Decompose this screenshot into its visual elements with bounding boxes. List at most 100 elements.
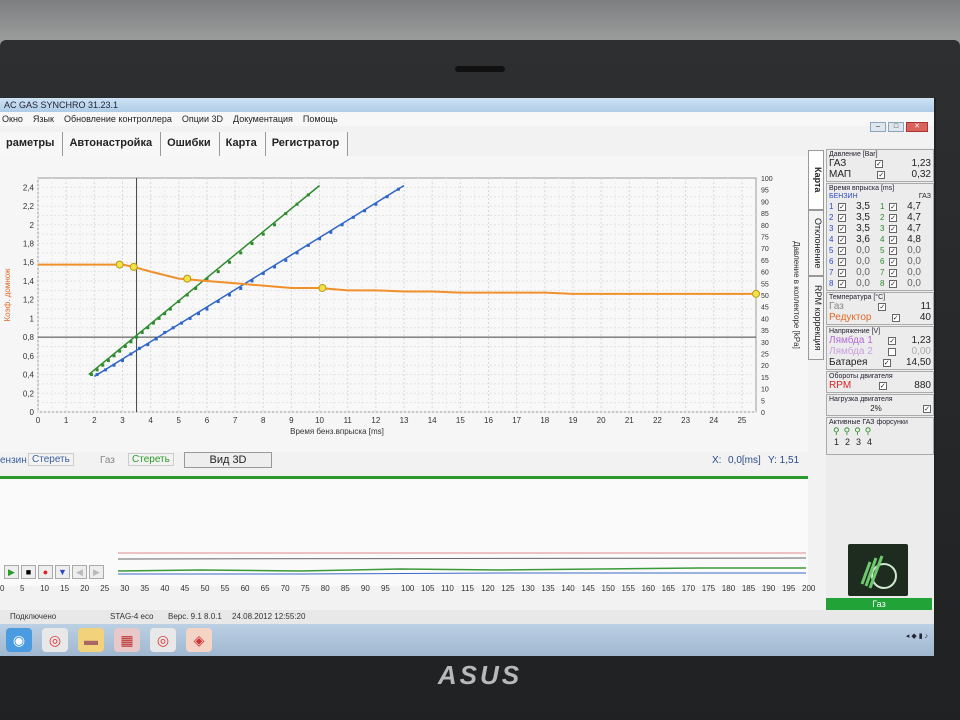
x-tick-label: 20 (597, 416, 606, 425)
gas-time: 0,0 (907, 267, 921, 278)
recorder-tick-label: 160 (641, 584, 655, 593)
recorder-tick-label: 90 (360, 584, 370, 593)
stop-icon[interactable]: ■ (21, 565, 36, 579)
lambda1-checkbox[interactable]: ✓ (888, 336, 897, 345)
recorder-tick-label: 65 (260, 584, 270, 593)
recorder-tick-label: 75 (300, 584, 310, 593)
benzin-cyl-checkbox[interactable]: ✓ (838, 202, 846, 211)
benzin-cyl-checkbox[interactable]: ✓ (838, 213, 846, 222)
tab-recorder[interactable]: Регистратор (265, 132, 349, 156)
gas-cyl-checkbox[interactable]: ✓ (889, 279, 897, 288)
vtab-rpm-correction[interactable]: RPM коррекция (808, 276, 824, 360)
gas-pressure-checkbox[interactable]: ✓ (874, 159, 883, 168)
gas-mode-button[interactable]: Газ (826, 598, 932, 610)
vtab-deviation[interactable]: Отклонение (808, 210, 824, 276)
gas-clear-button[interactable]: Стереть (128, 453, 174, 466)
menu-item-window[interactable]: Окно (2, 112, 23, 126)
recorder-tick-label: 190 (761, 584, 776, 593)
recorder-tick-label: 150 (601, 584, 615, 593)
window-title: AC GAS SYNCHRO 31.23.1 (0, 98, 934, 112)
menu-item-3d-options[interactable]: Опции 3D (182, 112, 223, 126)
next-icon[interactable]: ▶ (89, 565, 104, 579)
y-right-tick-label: 30 (761, 340, 769, 347)
injector-4: 4 (867, 437, 873, 447)
download-icon[interactable]: ▼ (55, 565, 70, 579)
menu-item-language[interactable]: Язык (33, 112, 54, 126)
y-right-tick-label: 65 (761, 258, 769, 265)
gas-cyl-checkbox[interactable]: ✓ (889, 257, 897, 266)
close-icon[interactable]: ✕ (906, 122, 928, 132)
recorder-tick-label: 95 (380, 584, 390, 593)
injection-group: Время впрыска [ms] БЕНЗИН ГАЗ 1 ✓ 3,5 1 ✓ 4,7 2… (826, 183, 934, 291)
start-icon[interactable]: ◉ (6, 628, 32, 652)
benzin-clear-button[interactable]: Стереть (28, 453, 74, 466)
gas-time: 4,7 (907, 223, 921, 234)
map-chart[interactable]: 0 1 2 3 4 5 6 7 8 9 10 11 12 13 14 15 16 17 18 19 20 21 22 23 24… (0, 156, 808, 452)
map-pressure-checkbox[interactable]: ✓ (877, 170, 886, 179)
vtab-map[interactable]: Карта (808, 150, 824, 210)
gas-cyl-checkbox[interactable]: ✓ (889, 224, 897, 233)
cyl-number: 2 (829, 213, 834, 222)
maximize-icon[interactable]: □ (888, 122, 904, 132)
voltage-title: Напряжение [V] (829, 328, 881, 335)
gas-cyl-checkbox[interactable]: ✓ (889, 213, 897, 222)
recorder-axis: 0 5 10 15 20 25 30 35 40 45 50 55 60 65 70 75 80 85 90 95 10… (0, 584, 815, 596)
benzin-cyl-checkbox[interactable]: ✓ (838, 246, 846, 255)
app-icon[interactable]: ▦ (114, 628, 140, 652)
data-point (168, 307, 172, 311)
play-icon[interactable]: ▶ (4, 565, 19, 579)
y-left-tick-label: 1,8 (23, 240, 35, 249)
x-axis-label: Время бенз.впрыска [ms] (290, 427, 384, 436)
benzin-cyl-checkbox[interactable]: ✓ (838, 224, 846, 233)
rpm-checkbox[interactable]: ✓ (878, 381, 887, 390)
chrome-window-icon[interactable]: ◎ (150, 628, 176, 652)
data-point (95, 368, 99, 372)
x-tick-label: 4 (148, 416, 153, 425)
folder-icon[interactable]: ▬ (78, 628, 104, 652)
tab-autotune[interactable]: Автонастройка (63, 132, 162, 156)
cyl-number: 6 (880, 257, 885, 266)
x-tick-label: 16 (484, 416, 493, 425)
injection-row: 2 ✓ 3,5 2 ✓ 4,7 (829, 212, 931, 223)
minimize-icon[interactable]: – (870, 122, 886, 132)
benzin-cyl-checkbox[interactable]: ✓ (838, 235, 846, 244)
gas-cyl-checkbox[interactable]: ✓ (889, 246, 897, 255)
temp-reducer-checkbox[interactable]: ✓ (891, 313, 900, 322)
lambda2-checkbox[interactable] (888, 347, 897, 356)
chrome-icon[interactable]: ◎ (42, 628, 68, 652)
player-controls: ▶ ■ ● ▼ ◀ ▶ (4, 565, 104, 581)
recorder-tick-label: 5 (20, 584, 25, 593)
tab-parameters[interactable]: раметры (0, 132, 64, 156)
data-point (101, 363, 105, 367)
gas-time: 0,0 (907, 256, 921, 267)
x-tick-label: 13 (400, 416, 409, 425)
tab-map[interactable]: Карта (219, 132, 266, 156)
recorder-tick-label: 120 (481, 584, 495, 593)
load-checkbox[interactable]: ✓ (923, 404, 931, 413)
menu-item-docs[interactable]: Документация (233, 112, 293, 126)
data-point (284, 212, 288, 216)
recorder-plot[interactable] (0, 476, 808, 586)
injector-icon: ⚲ (833, 426, 840, 436)
gas-cyl-checkbox[interactable]: ✓ (889, 235, 897, 244)
record-icon[interactable]: ● (38, 565, 53, 579)
benzin-cyl-checkbox[interactable]: ✓ (838, 268, 846, 277)
data-point (104, 368, 108, 372)
data-point (273, 265, 277, 269)
benzin-cyl-checkbox[interactable]: ✓ (838, 257, 846, 266)
menu-item-update[interactable]: Обновление контроллера (64, 112, 172, 126)
stag-app-icon[interactable]: ◈ (186, 628, 212, 652)
menu-item-help[interactable]: Помощь (303, 112, 338, 126)
temp-gas-checkbox[interactable]: ✓ (878, 302, 887, 311)
cyl-number: 3 (880, 224, 885, 233)
battery-checkbox[interactable]: ✓ (882, 358, 891, 367)
data-point (273, 223, 277, 227)
gas-time: 4,8 (907, 234, 921, 245)
gas-cyl-checkbox[interactable]: ✓ (889, 268, 897, 277)
view-3d-button[interactable]: Вид 3D (184, 452, 272, 468)
gas-cyl-checkbox[interactable]: ✓ (889, 202, 897, 211)
benzin-cyl-checkbox[interactable]: ✓ (838, 279, 846, 288)
tab-errors[interactable]: Ошибки (161, 132, 220, 156)
prev-icon[interactable]: ◀ (72, 565, 87, 579)
data-point (250, 279, 254, 283)
